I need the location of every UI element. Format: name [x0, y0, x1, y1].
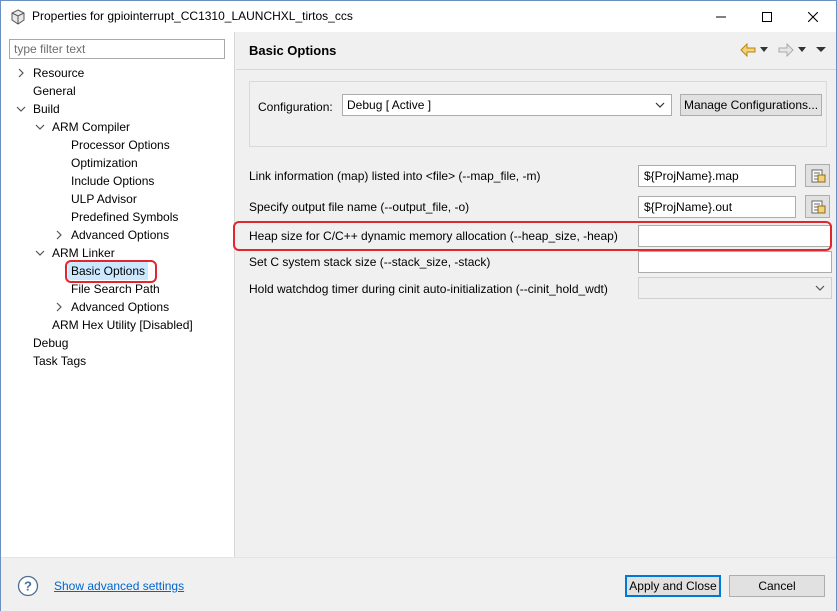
chevron-down-icon: [815, 285, 825, 291]
back-arrow-icon[interactable]: [740, 43, 756, 57]
tree-item-label: Advanced Options: [71, 228, 170, 242]
configuration-group: Configuration: Debug [ Active ] Manage C…: [249, 81, 827, 147]
cinit-hold-wdt-select[interactable]: [638, 277, 832, 299]
variables-icon: [811, 200, 825, 213]
tree-item-label: Task Tags: [33, 354, 87, 368]
tree-item-label: Resource: [33, 66, 85, 80]
chevron-down-icon[interactable]: [16, 100, 26, 118]
close-button[interactable]: [790, 1, 836, 32]
tree-item-label: General: [33, 84, 76, 98]
configuration-value: Debug [ Active ]: [347, 98, 432, 112]
stack-size-label: Set C system stack size (--stack_size, -…: [249, 255, 491, 269]
chevron-down-icon[interactable]: [35, 244, 45, 262]
configuration-label: Configuration:: [258, 100, 333, 114]
properties-page: Basic Options Configuration: Debug [ Act…: [233, 32, 836, 557]
window-title: Properties for gpiointerrupt_CC1310_LAUN…: [32, 9, 353, 23]
variables-icon: [811, 169, 825, 182]
app-cube-icon: [11, 9, 25, 25]
tree-item-label: ULP Advisor: [71, 192, 137, 206]
manage-configurations-button[interactable]: Manage Configurations...: [680, 94, 822, 116]
chevron-right-icon[interactable]: [54, 226, 64, 244]
tree-item-label: Build: [33, 102, 60, 116]
tree-item-label: Processor Options: [71, 138, 170, 152]
output-file-label: Specify output file name (--output_file,…: [249, 200, 470, 214]
cinit-hold-wdt-label: Hold watchdog timer during cinit auto-in…: [249, 282, 608, 296]
chevron-down-icon[interactable]: [35, 118, 45, 136]
output-file-variables-button[interactable]: [805, 195, 830, 218]
history-navigation: [740, 42, 826, 58]
forward-arrow-icon[interactable]: [778, 43, 794, 57]
apply-and-close-button[interactable]: Apply and Close: [625, 575, 721, 597]
tree-item-label: File Search Path: [71, 282, 160, 296]
back-menu-icon[interactable]: [760, 47, 768, 53]
view-menu-icon[interactable]: [816, 47, 826, 53]
forward-menu-icon[interactable]: [798, 47, 806, 53]
tree-item-label: ARM Hex Utility [Disabled]: [52, 318, 193, 332]
filter-input[interactable]: [9, 39, 225, 59]
map-file-input[interactable]: ${ProjName}.map: [638, 165, 796, 187]
chevron-right-icon[interactable]: [16, 64, 26, 82]
close-icon: [808, 11, 818, 22]
navigation-pane: Resource General Build ARM Compiler Proc…: [1, 32, 235, 557]
page-title: Basic Options: [249, 43, 337, 58]
tree-item-label: Predefined Symbols: [71, 210, 179, 224]
map-file-variables-button[interactable]: [805, 164, 830, 187]
map-file-label: Link information (map) listed into <file…: [249, 169, 541, 183]
maximize-icon: [762, 11, 772, 22]
highlight-outline: [233, 221, 832, 251]
help-icon[interactable]: ?: [17, 575, 39, 597]
tree-item-label: ARM Compiler: [52, 120, 131, 134]
stack-size-input[interactable]: [638, 251, 832, 273]
maximize-button[interactable]: [744, 1, 790, 32]
tree-item-label: Advanced Options: [71, 300, 170, 314]
properties-dialog: Properties for gpiointerrupt_CC1310_LAUN…: [0, 0, 837, 611]
tree-item-label: Debug: [33, 336, 69, 350]
chevron-down-icon: [655, 102, 665, 108]
cancel-button[interactable]: Cancel: [729, 575, 825, 597]
tree-item-label: Optimization: [71, 156, 138, 170]
output-file-input[interactable]: ${ProjName}.out: [638, 196, 796, 218]
chevron-right-icon[interactable]: [54, 298, 64, 316]
show-advanced-settings-link[interactable]: Show advanced settings: [54, 579, 184, 593]
svg-text:?: ?: [24, 579, 32, 594]
page-header: Basic Options: [236, 32, 836, 70]
minimize-button[interactable]: [698, 1, 744, 32]
title-bar: Properties for gpiointerrupt_CC1310_LAUN…: [1, 1, 836, 32]
dialog-footer: ? Show advanced settings Apply and Close…: [1, 557, 836, 611]
configuration-select[interactable]: Debug [ Active ]: [342, 94, 672, 116]
minimize-icon: [716, 16, 726, 17]
tree-item-label: Include Options: [71, 174, 155, 188]
